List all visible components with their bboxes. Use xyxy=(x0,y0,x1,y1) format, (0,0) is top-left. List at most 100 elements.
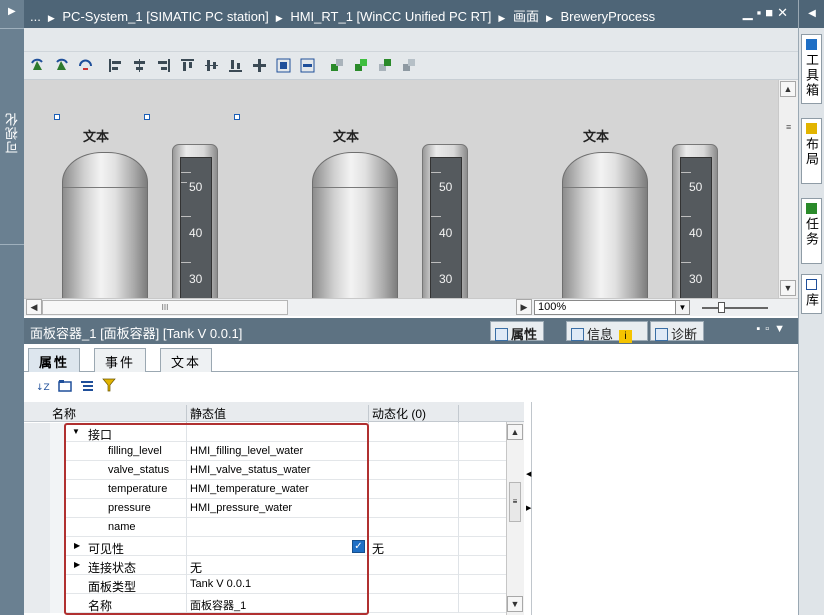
align-left-icon[interactable] xyxy=(108,58,123,73)
scroll-right-arrow-icon[interactable]: ▶ xyxy=(516,299,532,315)
tank-level-gauge[interactable]: 50 40 30 xyxy=(172,144,218,298)
subtab-events[interactable]: 事件 xyxy=(94,348,147,372)
table-row[interactable]: valve_status HMI_valve_status_water xyxy=(24,461,524,480)
scroll-down-arrow-icon[interactable]: ▼ xyxy=(780,280,796,296)
splitter-right-arrow-icon[interactable]: ▶ xyxy=(526,504,531,512)
selection-handle[interactable] xyxy=(54,114,60,120)
breadcrumb-item[interactable]: PC-System_1 [SIMATIC PC station] xyxy=(62,9,268,24)
row-value[interactable]: 无 xyxy=(190,559,202,576)
breadcrumb-item[interactable]: HMI_RT_1 [WinCC Unified PC RT] xyxy=(290,9,491,24)
align-center-icon[interactable] xyxy=(132,58,147,73)
align-top-icon[interactable] xyxy=(180,58,195,73)
expand-arrow-icon[interactable]: ▶ xyxy=(74,541,80,550)
zoom-select[interactable]: 100% ▼ xyxy=(534,300,690,315)
canvas-vertical-scrollbar[interactable]: ▲ ≡ ▼ xyxy=(778,80,798,298)
zoom-slider-handle[interactable] xyxy=(718,302,725,313)
tank-body[interactable] xyxy=(62,152,148,298)
left-side-panel[interactable]: ▶ 可视化 xyxy=(0,0,24,615)
gauge-scale: 50 40 30 xyxy=(680,157,712,298)
panel-controls[interactable]: ▪▫▼ xyxy=(756,323,790,335)
row-value[interactable]: HMI_pressure_water xyxy=(190,502,292,514)
tank-body[interactable] xyxy=(562,152,648,298)
column-header-dynamic[interactable]: 动态化 (0) xyxy=(372,405,426,422)
row-value[interactable]: HMI_filling_level_water xyxy=(190,445,303,457)
scroll-down-arrow-icon[interactable]: ▼ xyxy=(507,596,523,612)
breadcrumb-item[interactable]: 画面 xyxy=(513,9,539,24)
table-row[interactable]: 名称 面板容器_1 xyxy=(24,594,524,613)
float-icon[interactable]: ▪ xyxy=(757,5,766,20)
screen-canvas[interactable]: 文本 50 40 30 文本 50 40 30 文本 50 40 30 xyxy=(24,80,778,298)
tab-tasks[interactable]: 任务 xyxy=(801,198,822,264)
backward-one-icon[interactable] xyxy=(378,58,393,73)
bring-to-front-icon[interactable] xyxy=(330,58,345,73)
breadcrumb-item[interactable]: ... xyxy=(30,9,41,24)
tank-level-gauge[interactable]: 50 40 30 xyxy=(672,144,718,298)
row-value[interactable]: HMI_temperature_water xyxy=(190,483,309,495)
chevron-down-icon[interactable]: ▼ xyxy=(675,301,689,314)
expand-arrow-icon[interactable]: ▶ xyxy=(74,560,80,569)
table-row[interactable]: 面板类型 Tank V 0.0.1 xyxy=(24,575,524,594)
minimize-icon[interactable]: ▁ xyxy=(743,5,757,20)
forward-one-icon[interactable] xyxy=(354,58,369,73)
scroll-thumb[interactable]: ≡ xyxy=(509,482,521,522)
align-middle-icon[interactable] xyxy=(204,58,219,73)
maximize-icon[interactable]: ■ xyxy=(765,5,777,20)
table-row[interactable]: temperature HMI_temperature_water xyxy=(24,480,524,499)
group-folder-icon[interactable] xyxy=(58,379,72,393)
tank-body[interactable] xyxy=(312,152,398,298)
list-view-icon[interactable] xyxy=(80,379,94,393)
row-value[interactable]: 面板容器_1 xyxy=(190,597,246,613)
distribute-vertical-icon[interactable] xyxy=(300,58,315,73)
rotate-left-icon[interactable] xyxy=(30,58,45,73)
expand-left-arrow-icon[interactable]: ▶ xyxy=(8,6,16,17)
scroll-up-arrow-icon[interactable]: ▲ xyxy=(780,81,796,97)
splitter-left-arrow-icon[interactable]: ◀ xyxy=(526,470,531,478)
horizontal-scroll-thumb[interactable]: III xyxy=(42,300,288,315)
tab-info[interactable]: 信息 i xyxy=(566,321,648,343)
align-right-icon[interactable] xyxy=(156,58,171,73)
row-value[interactable]: Tank V 0.0.1 xyxy=(190,578,251,590)
scroll-up-arrow-icon[interactable]: ▲ xyxy=(507,424,523,440)
tab-diagnostics[interactable]: 诊断 xyxy=(650,321,705,342)
tank-text-label[interactable]: 文本 xyxy=(583,126,609,145)
tab-toolbox[interactable]: 工具箱 xyxy=(801,34,822,104)
send-to-back-icon[interactable] xyxy=(402,58,417,73)
sort-icon[interactable]: ↓Z xyxy=(36,379,50,393)
column-header-name[interactable]: 名称 xyxy=(52,405,76,422)
flip-icon[interactable] xyxy=(78,58,93,73)
close-icon[interactable]: ✕ xyxy=(777,5,792,20)
tab-layout[interactable]: 布局 xyxy=(801,118,822,184)
filter-icon[interactable] xyxy=(102,378,116,393)
table-row[interactable]: ▶ 可见性 ✓ 无 xyxy=(24,537,524,556)
breadcrumb-item[interactable]: BreweryProcess xyxy=(561,9,656,24)
table-row[interactable]: name xyxy=(24,518,524,537)
scroll-grip-icon[interactable]: ≡ xyxy=(786,122,791,132)
distribute-horizontal-icon[interactable] xyxy=(276,58,291,73)
scroll-left-arrow-icon[interactable]: ◀ xyxy=(26,299,42,315)
collapse-right-arrow-icon[interactable]: ◀ xyxy=(799,0,824,28)
table-row[interactable]: filling_level HMI_filling_level_water xyxy=(24,442,524,461)
expand-arrow-icon[interactable]: ▼ xyxy=(72,427,80,436)
center-objects-icon[interactable] xyxy=(252,58,267,73)
table-row[interactable]: ▶ 连接状态 无 xyxy=(24,556,524,575)
column-header-static[interactable]: 静态值 xyxy=(190,405,226,422)
tab-properties[interactable]: 属性 xyxy=(490,321,545,342)
visualization-label[interactable]: 可视化 xyxy=(3,112,22,154)
subtab-properties[interactable]: 属性 xyxy=(28,348,81,373)
tank-text-label[interactable]: 文本 xyxy=(83,126,109,145)
visibility-checkbox[interactable]: ✓ xyxy=(352,540,365,553)
zoom-slider-track[interactable] xyxy=(702,307,768,309)
rotate-right-icon[interactable] xyxy=(54,58,69,73)
table-vertical-scrollbar[interactable]: ▲ ≡ ▼ xyxy=(506,422,524,615)
table-row[interactable]: pressure HMI_pressure_water xyxy=(24,499,524,518)
tank-text-label[interactable]: 文本 xyxy=(333,126,359,145)
selection-handle[interactable] xyxy=(144,114,150,120)
table-row[interactable]: ▼ 接口 xyxy=(24,423,524,442)
panel-splitter[interactable]: ◀ ▶ xyxy=(526,470,532,520)
row-value[interactable]: HMI_valve_status_water xyxy=(190,464,310,476)
tab-libraries[interactable]: 库 xyxy=(801,274,822,314)
tank-level-gauge[interactable]: 50 40 30 xyxy=(422,144,468,298)
align-bottom-icon[interactable] xyxy=(228,58,243,73)
subtab-texts[interactable]: 文本 xyxy=(160,348,213,372)
selection-handle[interactable] xyxy=(234,114,240,120)
